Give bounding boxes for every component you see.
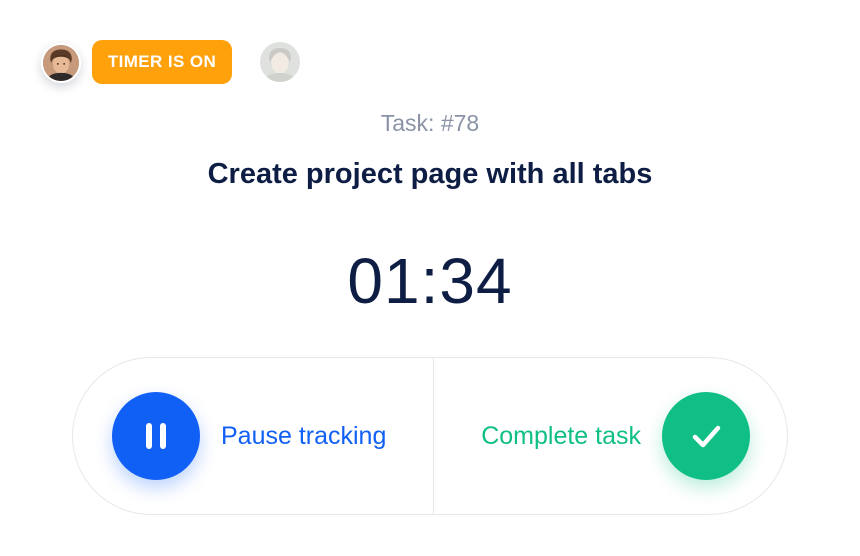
timer-status-badge: TIMER IS ON — [92, 40, 232, 84]
complete-task-label[interactable]: Complete task — [481, 420, 641, 452]
pause-button[interactable] — [112, 392, 200, 480]
pause-tracking-label[interactable]: Pause tracking — [221, 420, 386, 452]
collaborator-avatar[interactable] — [260, 42, 300, 82]
task-number: Task: #78 — [380, 110, 480, 136]
complete-task-button[interactable] — [662, 392, 750, 480]
user-photo-icon — [260, 42, 300, 82]
timer-controls: Pause tracking Complete task — [72, 357, 788, 515]
check-icon — [692, 425, 721, 448]
controls-divider — [433, 358, 434, 514]
pause-icon — [146, 423, 166, 449]
current-user-avatar[interactable] — [41, 43, 81, 83]
user-photo-icon — [43, 45, 79, 81]
elapsed-time-display: 01:34 — [347, 245, 513, 317]
task-title: Create project page with all tabs — [207, 158, 653, 190]
